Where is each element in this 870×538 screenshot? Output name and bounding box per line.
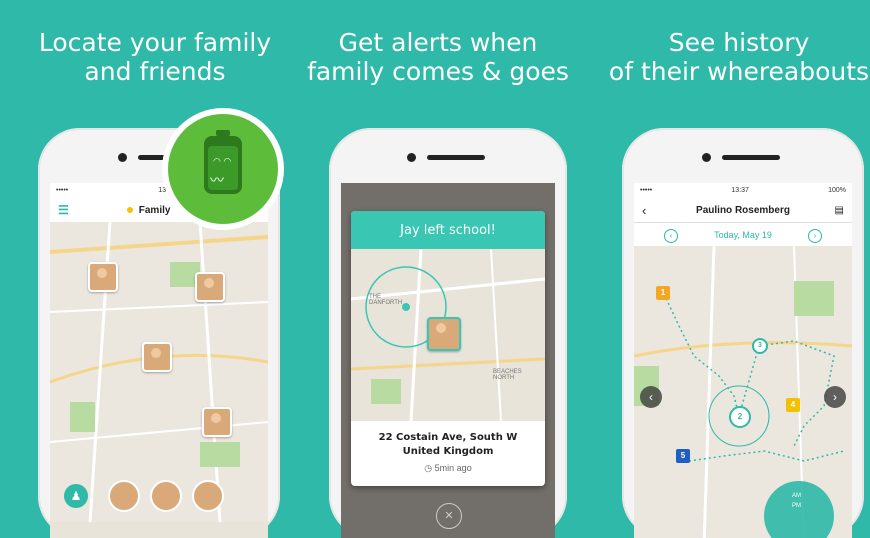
alert-time: ◷ 5min ago [351, 463, 545, 474]
clock-icon: ◷ [424, 463, 433, 473]
history-node[interactable]: 3 [752, 338, 768, 354]
family-member-avatar[interactable] [142, 342, 172, 372]
jay-avatar[interactable] [427, 317, 461, 351]
phone-3: ••••• 13:37 100% ‹ Paulino Rosemberg ▤ ‹… [622, 128, 864, 538]
family-map[interactable]: ♟ [50, 222, 268, 538]
date-selector: ‹ Today, May 19 › [634, 223, 852, 247]
alert-card[interactable]: Jay left school! THE DANFORTH BEACHES NO… [351, 211, 545, 486]
family-member-thumb[interactable] [150, 480, 182, 512]
previous-day-button[interactable]: ‹ [664, 229, 678, 243]
history-marker[interactable]: 1 [656, 286, 670, 300]
phone-2: Jay left school! THE DANFORTH BEACHES NO… [329, 128, 567, 538]
speaker-grille [427, 155, 485, 160]
add-member-button[interactable]: ♟ [64, 484, 88, 508]
previous-location-button[interactable]: ‹ [640, 386, 662, 408]
panel-2-title-line1: Get alerts when [338, 28, 538, 57]
front-camera [118, 153, 127, 162]
status-carrier: ••••• [640, 187, 653, 194]
alert-map: THE DANFORTH BEACHES NORTH [351, 249, 545, 421]
panel-2-title: Get alerts when family comes & goes [307, 28, 569, 86]
alert-time-ago: 5min ago [434, 463, 472, 473]
area-label: BEACHES NORTH [493, 369, 522, 381]
front-camera [702, 153, 711, 162]
alert-address: 22 Costain Ave, South W United Kingdom [351, 431, 545, 459]
battery-icon: ◠ ◠ 〰 [204, 130, 242, 194]
panel-2-title-line2: family comes & goes [307, 57, 569, 86]
dial-pm-label: PM [792, 503, 801, 509]
history-marker[interactable]: 4 [786, 398, 800, 412]
person-name: Paulino Rosemberg [696, 204, 790, 216]
address-line2: United Kingdom [402, 446, 494, 457]
family-member-avatar[interactable] [202, 407, 232, 437]
panel-1-title-line1: Locate your family [38, 28, 272, 57]
panel-3-title: See history of their whereabouts [608, 28, 870, 86]
address-line1: 22 Costain Ave, South W [378, 432, 518, 443]
date-label: Today, May 19 [714, 230, 772, 240]
panel-3-title-line2: of their whereabouts [608, 57, 870, 86]
list-icon[interactable]: ▤ [835, 205, 844, 216]
map-roads [50, 222, 268, 522]
panel-3-title-line1: See history [668, 28, 810, 57]
family-member-thumb[interactable] [108, 480, 140, 512]
dial-am-label: AM [792, 493, 801, 499]
history-marker[interactable]: 5 [676, 449, 690, 463]
family-member-avatar[interactable] [88, 262, 118, 292]
phone-3-screen: ••••• 13:37 100% ‹ Paulino Rosemberg ▤ ‹… [634, 183, 852, 538]
status-battery: 100% [828, 187, 846, 194]
panel-1-title-line2: and friends [84, 57, 226, 86]
menu-icon[interactable]: ☰ [58, 203, 69, 217]
next-location-button[interactable]: › [824, 386, 846, 408]
history-map[interactable]: 1 4 5 2 3 ‹ › AM PM [634, 246, 852, 538]
speaker-grille [722, 155, 780, 160]
phone-2-screen: Jay left school! THE DANFORTH BEACHES NO… [341, 183, 555, 538]
family-member-avatar[interactable] [195, 272, 225, 302]
family-member-thumb[interactable] [192, 480, 224, 512]
battery-character-badge: ◠ ◠ 〰 [162, 108, 284, 230]
back-chevron-icon[interactable]: ‹ [642, 203, 646, 218]
alert-title: Jay left school! [351, 211, 545, 249]
phone-1-screen: ••••• 13:3 ☰ Family [50, 183, 268, 538]
area-label: THE DANFORTH [369, 294, 403, 306]
dismiss-alert-button[interactable]: ✕ [436, 503, 462, 529]
history-node[interactable]: 2 [729, 406, 751, 428]
status-bar: ••••• 13:37 100% [634, 183, 852, 198]
front-camera [407, 153, 416, 162]
next-day-button[interactable]: › [808, 229, 822, 243]
panel-1-title: Locate your family and friends [20, 28, 290, 86]
status-time: 13:37 [731, 187, 749, 194]
history-nav-bar: ‹ Paulino Rosemberg ▤ [634, 198, 852, 223]
status-carrier: ••••• [56, 187, 69, 194]
family-status-dot [126, 207, 133, 213]
family-group-title[interactable]: Family [139, 205, 171, 216]
